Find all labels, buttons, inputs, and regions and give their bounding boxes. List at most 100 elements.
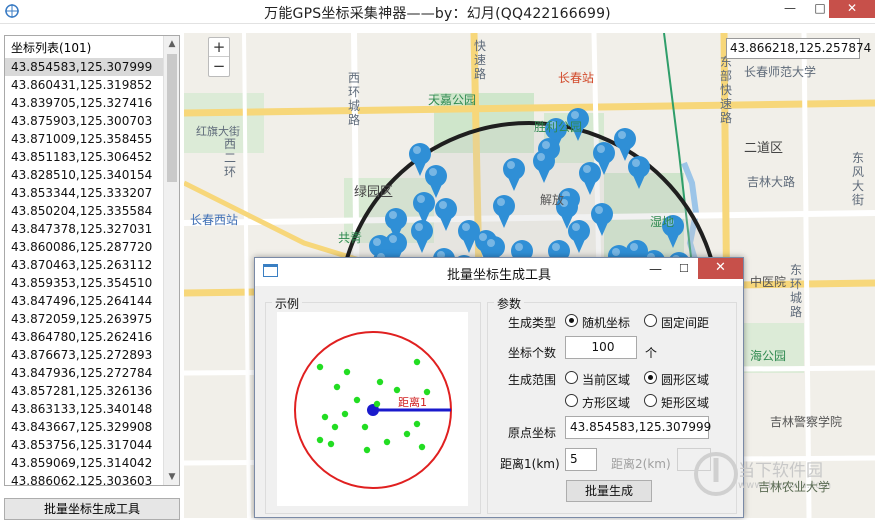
map-label-normal-univ: 长春师范大学: [744, 65, 817, 79]
example-dot: [418, 443, 426, 451]
example-dot: [393, 386, 401, 394]
map-label-lvyuan: 绿园区: [354, 185, 394, 200]
coordinate-list-item[interactable]: 43.864780,125.262416: [5, 328, 163, 346]
coordinate-list-item[interactable]: 43.886062,125.303603: [5, 472, 163, 485]
square-area-label[interactable]: 方形区域: [582, 394, 630, 411]
coordinate-list-item[interactable]: 43.857281,125.326136: [5, 382, 163, 400]
example-dot: [361, 423, 369, 431]
fixed-spacing-label[interactable]: 固定间距: [661, 314, 709, 331]
coordinate-list-item[interactable]: 43.847936,125.272784: [5, 364, 163, 382]
coordinate-list-item[interactable]: 43.871009,125.358455: [5, 130, 163, 148]
coordinate-list-item[interactable]: 43.863133,125.340148: [5, 400, 163, 418]
coordinate-list-item[interactable]: 43.876673,125.272893: [5, 346, 163, 364]
coordinate-list-item[interactable]: 43.853756,125.317044: [5, 436, 163, 454]
coordinate-list-item[interactable]: 43.851183,125.306452: [5, 148, 163, 166]
window-title: 万能GPS坐标采集神器——by：幻月(QQ422166699): [264, 6, 611, 22]
map-label-jiefang: 解放: [540, 193, 565, 207]
example-legend: 示例: [272, 295, 303, 312]
coordinate-list-item[interactable]: 43.854583,125.307999: [5, 58, 163, 76]
dialog-minimize-button[interactable]: —: [649, 262, 662, 277]
gen-range-label: 生成范围: [508, 373, 557, 387]
coordinate-list-item[interactable]: 43.847496,125.264144: [5, 292, 163, 310]
coordinate-list-item[interactable]: 43.875903,125.300703: [5, 112, 163, 130]
example-diagram: [294, 331, 452, 489]
map-label-jilin-road: 吉林大路: [747, 175, 796, 189]
coordinate-list-item[interactable]: 43.850204,125.335584: [5, 202, 163, 220]
dialog-close-button[interactable]: ✕: [698, 258, 743, 279]
origin-label: 原点坐标: [508, 426, 557, 440]
example-dot: [333, 383, 341, 391]
map-label-guosheng: 共青: [338, 231, 363, 245]
random-coord-label[interactable]: 随机坐标: [582, 314, 630, 331]
coordinate-list-item[interactable]: 43.839705,125.327416: [5, 94, 163, 112]
coordinate-list-item[interactable]: 43.828510,125.340154: [5, 166, 163, 184]
random-coord-radio[interactable]: [565, 314, 578, 327]
coordinate-list-item[interactable]: 43.859069,125.314042: [5, 454, 163, 472]
fixed-spacing-radio[interactable]: [644, 314, 657, 327]
map-label-jilin-agri-univ: 吉林农业大学: [758, 480, 831, 494]
example-dot: [383, 438, 391, 446]
rect-area-label[interactable]: 矩形区域: [661, 394, 709, 411]
example-dot: [353, 396, 361, 404]
rect-area-radio[interactable]: [644, 394, 657, 407]
batch-coordinate-dialog[interactable]: 批量坐标生成工具 — ☐ ✕ 示例 距离1 参数 生成类型 随机坐标 固定间距 …: [254, 257, 744, 518]
coordinate-list-body[interactable]: 43.854583,125.307999 43.860431,125.319852…: [5, 58, 163, 485]
example-dot: [321, 413, 329, 421]
scroll-down-icon[interactable]: ▼: [164, 469, 179, 485]
dialog-titlebar: 批量坐标生成工具 — ☐ ✕: [255, 258, 743, 286]
scroll-up-icon[interactable]: ▲: [164, 36, 179, 52]
zoom-out-button[interactable]: −: [209, 57, 229, 76]
coordinate-list-item[interactable]: 43.859353,125.354510: [5, 274, 163, 292]
example-dot: [343, 368, 351, 376]
coordinate-list-item[interactable]: 43.872059,125.263975: [5, 310, 163, 328]
coordinate-list[interactable]: 坐标列表(101) 43.854583,125.307999 43.860431,…: [4, 35, 180, 486]
dialog-title: 批量坐标生成工具: [446, 268, 551, 283]
example-dot: [327, 440, 335, 448]
coordinate-list-header: 坐标列表(101): [11, 41, 92, 55]
origin-input[interactable]: 43.854583,125.307999: [565, 416, 711, 439]
map-label-erdao: 二道区: [744, 141, 784, 156]
dialog-maximize-button[interactable]: ☐: [679, 262, 689, 275]
zoom-control[interactable]: + −: [208, 37, 230, 77]
map-label-shengli-park: 胜利公园: [534, 120, 583, 134]
distance2-label: 距离2(km): [611, 457, 671, 471]
close-button[interactable]: ✕: [829, 0, 875, 18]
gen-type-label: 生成类型: [508, 316, 557, 330]
scroll-thumb[interactable]: [167, 54, 177, 182]
example-dot: [413, 420, 421, 428]
list-scrollbar[interactable]: ▲ ▼: [163, 36, 179, 485]
circle-area-radio[interactable]: [644, 371, 657, 384]
map-label-express-road: 快速路: [474, 39, 487, 81]
example-dot: [376, 378, 384, 386]
coordinate-list-item[interactable]: 43.870463,125.263112: [5, 256, 163, 274]
params-legend: 参数: [494, 295, 525, 312]
map-label-shidi: 湿地: [650, 215, 675, 229]
square-area-radio[interactable]: [565, 394, 578, 407]
coordinate-list-item[interactable]: 43.860086,125.287720: [5, 238, 163, 256]
watermark: 当下软件园 www.downxia.com 吉林农业大学: [692, 450, 875, 518]
coordinate-list-item[interactable]: 43.853344,125.333207: [5, 184, 163, 202]
coordinate-list-item[interactable]: 43.847378,125.327031: [5, 220, 163, 238]
circle-area-label[interactable]: 圆形区域: [661, 371, 709, 388]
minimize-button[interactable]: —: [776, 0, 804, 18]
example-dot: [413, 358, 421, 366]
map-label-changchun-station: 长春站: [558, 71, 595, 85]
count-unit-label: 个: [645, 346, 658, 360]
coordinate-list-item[interactable]: 43.860431,125.319852: [5, 76, 163, 94]
distance1-input[interactable]: 5: [565, 448, 597, 471]
map-label-dongbu-expressway: 东部快速路: [720, 55, 733, 125]
current-area-label[interactable]: 当前区域: [582, 371, 630, 388]
current-area-radio[interactable]: [565, 371, 578, 384]
window-titlebar: 万能GPS坐标采集神器——by：幻月(QQ422166699) — □ ✕: [0, 0, 875, 24]
batch-generate-tool-button[interactable]: 批量坐标生成工具: [4, 498, 180, 520]
example-dot: [316, 363, 324, 371]
zoom-in-button[interactable]: +: [209, 38, 229, 57]
example-preview: 距离1: [277, 312, 468, 506]
example-dot: [316, 436, 324, 444]
map-label-xihuan-city: 西环城路: [348, 71, 361, 127]
coord-count-input[interactable]: 100: [565, 336, 637, 359]
batch-generate-button[interactable]: 批量生成: [566, 480, 652, 502]
example-dot: [403, 430, 411, 438]
map-label-dongfeng: 东风大街: [852, 151, 865, 207]
coordinate-list-item[interactable]: 43.843667,125.329908: [5, 418, 163, 436]
